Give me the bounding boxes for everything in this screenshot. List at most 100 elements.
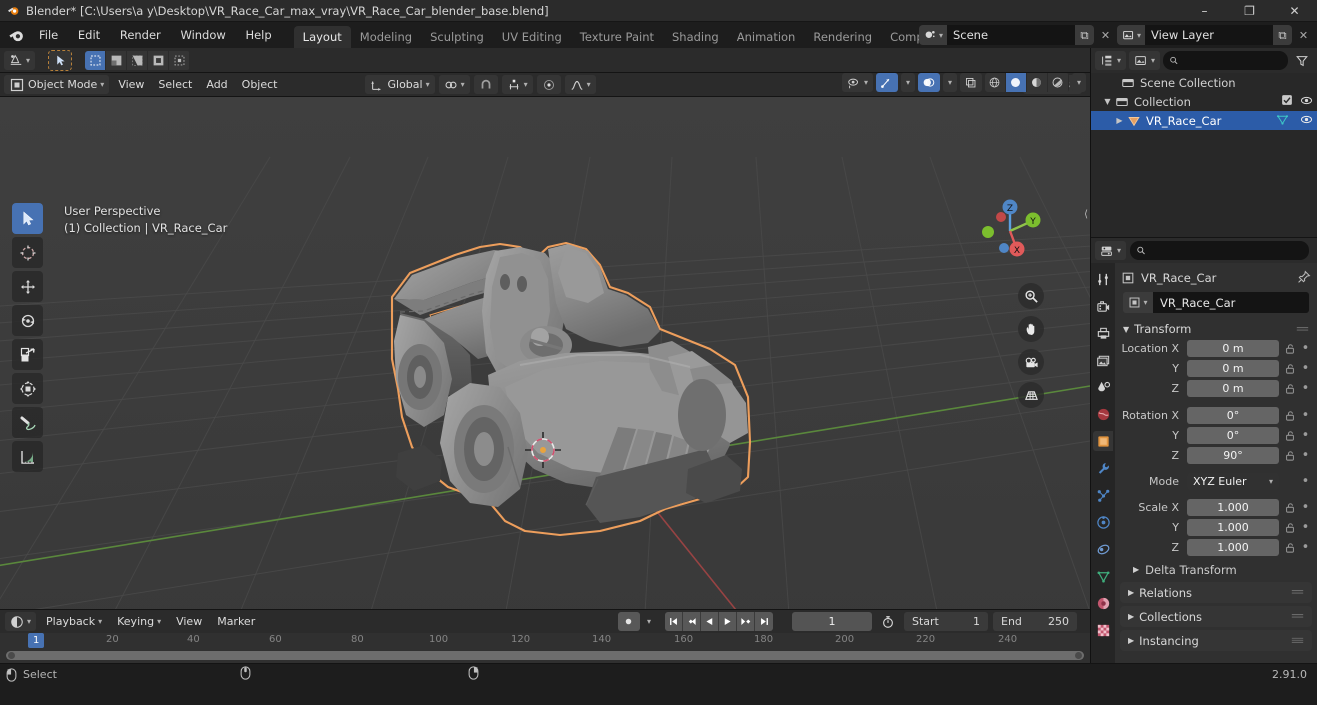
render-tab[interactable]	[1093, 296, 1113, 316]
auto-keying-toggle[interactable]	[617, 612, 640, 631]
relations-panel-header[interactable]: ▶ Relations	[1120, 582, 1312, 603]
proportional-falloff-selector[interactable]: ▾	[564, 75, 596, 94]
instancing-panel-header[interactable]: ▶ Instancing	[1120, 630, 1312, 651]
scale-z-value[interactable]: 1.000	[1187, 539, 1279, 556]
tweak-select-mode-button[interactable]	[48, 49, 73, 71]
object-mode-selector[interactable]: Object Mode ▾	[4, 75, 110, 94]
prev-keyframe-icon[interactable]	[683, 612, 701, 631]
select-subtract-button[interactable]	[127, 50, 149, 70]
collection-checkbox[interactable]	[1281, 94, 1293, 109]
rotation-y-value[interactable]: 0°	[1187, 427, 1279, 444]
play-icon[interactable]	[719, 612, 737, 631]
object-browse-dropdown[interactable]: ▾	[1123, 292, 1153, 313]
tweak-tool[interactable]	[12, 203, 43, 234]
xray-toggle[interactable]	[959, 73, 982, 92]
pin-icon[interactable]	[1297, 270, 1311, 287]
output-tab[interactable]	[1093, 323, 1113, 343]
select-extend-button[interactable]	[106, 50, 128, 70]
new-scene-button[interactable]: ⧉	[1074, 25, 1094, 45]
menu-help[interactable]: Help	[237, 25, 279, 45]
lock-icon[interactable]	[1283, 410, 1296, 422]
view-layer-tab[interactable]	[1093, 350, 1113, 370]
outliner-search-box[interactable]	[1163, 51, 1288, 70]
shading-options-dropdown[interactable]: ▾	[1071, 73, 1086, 92]
lock-icon[interactable]	[1283, 522, 1296, 534]
timeline-scrollbar[interactable]	[6, 651, 1084, 660]
end-frame-field[interactable]: End 250	[993, 612, 1077, 631]
material-preview-button[interactable]	[1026, 73, 1048, 92]
mesh-data-icon[interactable]	[1276, 113, 1289, 129]
current-frame-field[interactable]: 1	[792, 612, 872, 631]
3d-viewport[interactable]: User Perspective (1) Collection | VR_Rac…	[0, 97, 1090, 609]
location-z-value[interactable]: 0 m	[1187, 380, 1279, 397]
next-keyframe-icon[interactable]	[737, 612, 755, 631]
transform-panel-header[interactable]: ▼ Transform	[1115, 319, 1317, 339]
animate-property-dot[interactable]: •	[1300, 540, 1311, 555]
tab-modeling[interactable]: Modeling	[351, 26, 421, 48]
properties-search-input[interactable]	[1150, 244, 1303, 257]
animate-property-dot[interactable]: •	[1300, 341, 1311, 356]
timeline-menu-marker[interactable]: Marker	[212, 612, 260, 631]
animate-property-dot[interactable]: •	[1300, 361, 1311, 376]
particles-tab[interactable]	[1093, 485, 1113, 505]
snap-pivot-selector[interactable]: ▾	[438, 75, 470, 94]
visibility-selector[interactable]: ▾	[841, 73, 873, 92]
viewport-canvas[interactable]	[0, 97, 1090, 609]
disclosure-icon[interactable]: ▼	[1101, 97, 1114, 106]
properties-search-box[interactable]	[1130, 241, 1309, 260]
move-tool[interactable]	[12, 271, 43, 302]
scene-name-field[interactable]: Scene	[946, 25, 1075, 45]
view-layer-icon-dropdown[interactable]: ▾	[1116, 25, 1145, 45]
object-name-field[interactable]: ▾ VR_Race_Car	[1123, 292, 1309, 313]
viewport-menu-object[interactable]: Object	[237, 75, 283, 94]
modifier-tab[interactable]	[1093, 458, 1113, 478]
maximize-button[interactable]: ❐	[1227, 0, 1272, 22]
tab-rendering[interactable]: Rendering	[804, 26, 881, 48]
physics-tab[interactable]	[1093, 512, 1113, 532]
animate-property-dot[interactable]: •	[1300, 428, 1311, 443]
overlay-options-dropdown[interactable]: ▾	[942, 73, 957, 92]
camera-icon[interactable]	[1018, 349, 1044, 375]
animate-property-dot[interactable]: •	[1300, 448, 1311, 463]
tab-shading[interactable]: Shading	[663, 26, 728, 48]
world-tab[interactable]	[1093, 404, 1113, 424]
texture-tab[interactable]	[1093, 620, 1113, 640]
use-preview-range-toggle[interactable]	[877, 612, 899, 631]
scene-tab[interactable]	[1093, 377, 1113, 397]
pan-icon[interactable]	[1018, 316, 1044, 342]
cursor-tool[interactable]	[12, 237, 43, 268]
jump-start-icon[interactable]	[665, 612, 683, 631]
viewport-menu-view[interactable]: View	[113, 75, 149, 94]
show-gizmo-toggle[interactable]	[875, 73, 898, 92]
solid-shading-button[interactable]	[1005, 73, 1027, 92]
zoom-icon[interactable]	[1018, 283, 1044, 309]
timeline-editor-type-selector[interactable]: ▾	[5, 612, 37, 631]
tab-sculpting[interactable]: Sculpting	[421, 26, 493, 48]
timeline-playhead[interactable]: 1	[28, 633, 45, 648]
proportional-editing-toggle[interactable]	[536, 75, 561, 94]
auto-keying-options-dropdown[interactable]: ▾	[642, 612, 656, 631]
scroll-handle-left[interactable]	[8, 652, 15, 659]
material-tab[interactable]	[1093, 593, 1113, 613]
timeline-menu-view[interactable]: View	[171, 612, 207, 631]
start-frame-field[interactable]: Start 1	[904, 612, 988, 631]
animate-property-dot[interactable]: •	[1300, 500, 1311, 515]
rendered-shading-button[interactable]	[1047, 73, 1069, 92]
select-box-button[interactable]	[85, 50, 107, 70]
outliner-search-input[interactable]	[1182, 54, 1282, 67]
object-tab[interactable]	[1093, 431, 1113, 451]
editor-type-selector[interactable]: ▾	[4, 50, 36, 70]
constraints-tab[interactable]	[1093, 539, 1113, 559]
object-data-tab[interactable]	[1093, 566, 1113, 586]
select-difference-button[interactable]	[169, 50, 191, 70]
blender-menu-icon[interactable]	[8, 27, 25, 44]
select-intersect-button[interactable]	[148, 50, 170, 70]
lock-icon[interactable]	[1283, 502, 1296, 514]
tab-animation[interactable]: Animation	[728, 26, 805, 48]
lock-icon[interactable]	[1283, 430, 1296, 442]
navigation-gizmo[interactable]: Z Y X	[974, 195, 1046, 267]
tab-texture-paint[interactable]: Texture Paint	[571, 26, 663, 48]
outliner-editor-type-selector[interactable]: ▾	[1095, 51, 1127, 70]
properties-editor-type-selector[interactable]: ▾	[1095, 241, 1127, 260]
menu-window[interactable]: Window	[172, 25, 233, 45]
